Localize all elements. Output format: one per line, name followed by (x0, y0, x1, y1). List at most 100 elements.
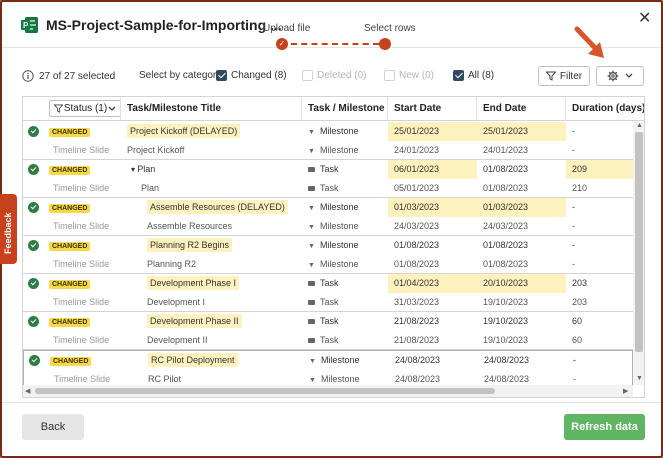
scroll-left-icon[interactable]: ◀ (25, 387, 30, 395)
back-button[interactable]: Back (22, 414, 84, 440)
column-duration[interactable]: Duration (days) (566, 97, 644, 121)
refresh-data-button[interactable]: Refresh data (564, 414, 645, 440)
table-row[interactable]: CHANGED Development Phase I Task 01/04/2023… (23, 274, 633, 293)
end-date-cell: 24/08/2023 (484, 374, 530, 384)
start-date-cell: 01/04/2023 (388, 274, 477, 293)
table-row-group[interactable]: CHANGED Project Kickoff (DELAYED) Mileston… (23, 122, 633, 160)
close-icon[interactable]: ✕ (638, 8, 651, 28)
column-title[interactable]: Task/Milestone Title (121, 97, 302, 121)
chevron-down-icon (108, 106, 116, 111)
row-selected-check-icon[interactable] (28, 240, 39, 251)
vertical-scroll-thumb[interactable] (635, 132, 643, 352)
changed-badge: CHANGED (49, 280, 91, 289)
status-cell: CHANGED (23, 122, 121, 141)
title-cell: Project Kickoff (121, 141, 302, 160)
duration-cell: 203 (572, 297, 588, 307)
table-row[interactable]: CHANGED Development Phase II Task 21/08/202… (23, 312, 633, 331)
table-row-group[interactable]: CHANGED Assemble Resources (DELAYED) Miles… (23, 198, 633, 236)
duration-cell: 210 (572, 183, 588, 193)
milestone-type: Milestone (309, 355, 359, 365)
title-cell: Development Phase I (121, 274, 302, 293)
table-row[interactable]: CHANGED Assemble Resources (DELAYED) Miles… (23, 198, 633, 217)
vertical-scrollbar[interactable]: ▲ ▼ (633, 122, 644, 385)
checkbox-disabled-icon (384, 70, 395, 81)
milestone-type: Milestone (308, 145, 358, 155)
category-label: Select by category: (139, 70, 225, 81)
start-date-cell: 24/03/2023 (394, 221, 440, 231)
row-selected-check-icon[interactable] (29, 355, 40, 366)
duration-cell: - (572, 259, 575, 269)
changed-badge: CHANGED (49, 128, 91, 137)
column-status: Status (1) (23, 97, 121, 121)
duration-cell: 203 (572, 278, 588, 288)
timeline-slide-label: Timeline Slide (53, 183, 110, 193)
table-row-previous[interactable]: Timeline Slide Plan Task 05/01/2023 01/08/20… (23, 179, 633, 198)
checkbox-checked-icon (453, 70, 464, 81)
milestone-type: Milestone (308, 259, 358, 269)
selection-toolbar: 27 of 27 selected Select by category: Ch… (2, 60, 661, 90)
table-row-previous[interactable]: Timeline Slide Project Kickoff Milestone 24… (23, 141, 633, 160)
end-date-cell: 20/10/2023 (477, 274, 566, 293)
start-date-cell: 01/08/2023 (394, 259, 440, 269)
type-cell: Task (302, 160, 388, 179)
start-date-cell: 24/01/2023 (394, 145, 440, 155)
type-cell: Milestone (302, 255, 388, 274)
title-cell: Planning R2 (121, 255, 302, 274)
column-type[interactable]: Task / Milestone (302, 97, 388, 121)
row-selected-check-icon[interactable] (28, 278, 39, 289)
table-row-group[interactable]: CHANGED ▾ Plan Task 06/01/2023 01/08/2023 209… (23, 160, 633, 198)
column-start-date[interactable]: Start Date (388, 97, 477, 121)
title-cell: Assemble Resources (DELAYED) (121, 198, 302, 217)
filter-button-label: Filter (559, 70, 583, 82)
type-cell: Task (302, 293, 388, 312)
scroll-down-icon[interactable]: ▼ (636, 375, 643, 382)
table-row-group[interactable]: CHANGED RC Pilot Deployment Milestone 24/08… (23, 350, 633, 385)
table-row[interactable]: CHANGED Planning R2 Begins Milestone 01/08/… (23, 236, 633, 255)
row-selected-check-icon[interactable] (28, 316, 39, 327)
category-all-checkbox[interactable]: All (8) (453, 70, 494, 81)
table-row[interactable]: CHANGED Project Kickoff (DELAYED) Mileston… (23, 122, 633, 141)
start-date-cell: 05/01/2023 (394, 183, 440, 193)
feedback-tab[interactable]: Feedback (0, 194, 17, 264)
category-new-checkbox[interactable]: New (0) (384, 70, 434, 81)
end-date-cell: 24/01/2023 (483, 145, 529, 155)
row-selected-check-icon[interactable] (28, 202, 39, 213)
horizontal-scrollbar[interactable]: ◀ ▶ (23, 385, 633, 397)
start-date-cell: 21/08/2023 (394, 316, 440, 326)
type-cell: Milestone (302, 236, 388, 255)
start-date-cell: 21/08/2023 (394, 335, 440, 345)
table-row-group[interactable]: CHANGED Development Phase I Task 01/04/2023… (23, 274, 633, 312)
status-filter-dropdown[interactable]: Status (1) (49, 100, 120, 117)
table-row-previous[interactable]: Timeline Slide RC Pilot Milestone 24/08/202… (24, 370, 633, 385)
end-date-cell: 25/01/2023 (477, 122, 566, 141)
table-row-previous[interactable]: Timeline Slide Assemble Resources Mileston… (23, 217, 633, 236)
start-date-cell: 06/01/2023 (388, 160, 477, 179)
duration-cell: - (573, 355, 576, 365)
table-row[interactable]: CHANGED ▾ Plan Task 06/01/2023 01/08/2023 209 (23, 160, 633, 179)
changed-badge: CHANGED (49, 318, 91, 327)
milestone-type: Milestone (308, 202, 358, 212)
end-date-cell: 19/10/2023 (483, 335, 529, 345)
table-row-previous[interactable]: Timeline Slide Development II Task 21/08/20… (23, 331, 633, 350)
title-text: Assemble Resources (147, 221, 233, 231)
category-deleted-checkbox[interactable]: Deleted (0) (302, 70, 366, 81)
title-text: RC Pilot Deployment (148, 353, 238, 367)
step-select-dot (379, 38, 391, 50)
table-row-group[interactable]: CHANGED Development Phase II Task 21/08/202… (23, 312, 633, 350)
horizontal-scroll-thumb[interactable] (35, 388, 495, 394)
column-end-date[interactable]: End Date (477, 97, 566, 121)
scroll-up-icon[interactable]: ▲ (636, 122, 643, 129)
table-row[interactable]: CHANGED RC Pilot Deployment Milestone 24/08… (24, 351, 633, 370)
scroll-right-icon[interactable]: ▶ (623, 387, 628, 395)
category-changed-checkbox[interactable]: Changed (8) (216, 70, 287, 81)
step-upload-check-icon: ✓ (276, 38, 288, 50)
timeline-slide-label: Timeline Slide (53, 259, 110, 269)
row-selected-check-icon[interactable] (28, 126, 39, 137)
row-selected-check-icon[interactable] (28, 164, 39, 175)
table-row-previous[interactable]: Timeline Slide Development I Task 31/03/202… (23, 293, 633, 312)
settings-dropdown-button[interactable] (596, 66, 644, 86)
filter-button[interactable]: Filter (538, 66, 590, 86)
status-cell: CHANGED (23, 160, 121, 179)
table-row-group[interactable]: CHANGED Planning R2 Begins Milestone 01/08/… (23, 236, 633, 274)
table-row-previous[interactable]: Timeline Slide Planning R2 Milestone 01/08/… (23, 255, 633, 274)
